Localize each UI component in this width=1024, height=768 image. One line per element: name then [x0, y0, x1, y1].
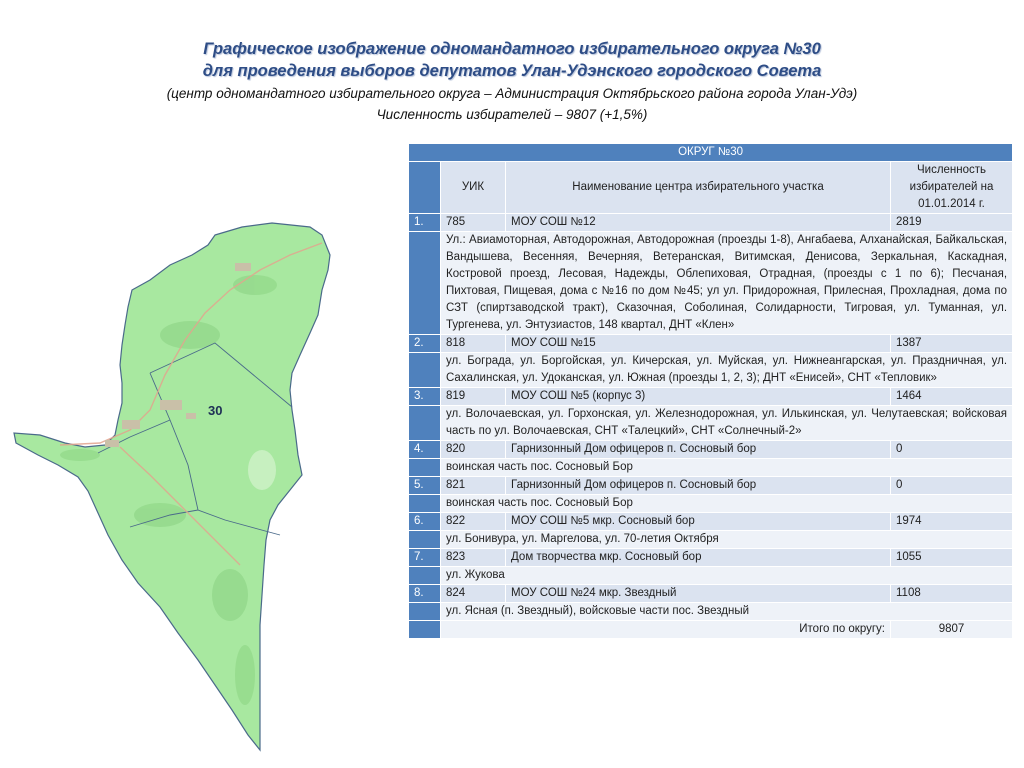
row-center-name: МОУ СОШ №12 [505, 213, 891, 232]
row-uik: 821 [440, 476, 506, 495]
header-uik: УИК [440, 161, 506, 214]
row-streets-list: ул. Бограда, ул. Боргойская, ул. Кичерск… [439, 352, 1014, 388]
row-uik: 819 [440, 387, 506, 406]
row-voters: 1974 [889, 512, 1014, 531]
table-title: ОКРУГ №30 [407, 143, 1014, 162]
row-number-blank [408, 458, 441, 477]
page-title-line-2: для проведения выборов депутатов Улан-Уд… [202, 62, 822, 80]
row-number-blank [408, 530, 441, 549]
table-row: 1. 785 МОУ СОШ №12 2819 [408, 213, 1014, 232]
row-number: 3. [408, 387, 441, 406]
header-num-cell [408, 161, 441, 214]
total-number-blank [408, 620, 441, 639]
row-number-blank [408, 352, 441, 388]
row-center-name: МОУ СОШ №5 мкр. Сосновый бор [505, 512, 891, 531]
table-row-streets: ул. Жукова [408, 566, 1014, 585]
table-row-streets: воинская часть пос. Сосновый Бор [408, 494, 1014, 513]
precincts-table: ОКРУГ №30 УИК Наименование центра избира… [407, 143, 1014, 639]
table-row: 2. 818 МОУ СОШ №15 1387 [408, 334, 1014, 353]
row-uik: 824 [440, 584, 506, 603]
row-number: 6. [408, 512, 441, 531]
row-number-blank [408, 494, 441, 513]
row-uik: 785 [440, 213, 506, 232]
row-streets-list: Ул.: Авиамоторная, Автодорожная, Автодор… [439, 231, 1014, 335]
page-subtitle: (центр одномандатного избирательного окр… [166, 86, 858, 101]
table-row-streets: ул. Волочаевская, ул. Горхонская, ул. Же… [408, 405, 1014, 441]
header-name: Наименование центра избирательного участ… [505, 161, 891, 214]
row-voters: 0 [889, 440, 1014, 459]
voters-count-line: Численность избирателей – 9807 (+1,5%) [376, 107, 648, 122]
row-number: 8. [408, 584, 441, 603]
table-row-streets: воинская часть пос. Сосновый Бор [408, 458, 1014, 477]
table-header-row: УИК Наименование центра избирательного у… [408, 161, 1014, 214]
row-number: 1. [408, 213, 441, 232]
row-uik: 818 [440, 334, 506, 353]
lake-area [248, 450, 276, 490]
table-row: 8. 824 МОУ СОШ №24 мкр. Звездный 1108 [408, 584, 1014, 603]
table-total-row: Итого по округу: 9807 [408, 620, 1014, 639]
row-number: 4. [408, 440, 441, 459]
table-row: 7. 823 Дом творчества мкр. Сосновый бор 105… [408, 548, 1014, 567]
row-streets-list: воинская часть пос. Сосновый Бор [439, 458, 1014, 477]
table-row-streets: ул. Ясная (п. Звездный), войсковые части… [408, 602, 1014, 621]
row-voters: 1108 [889, 584, 1014, 603]
total-label: Итого по округу: [440, 620, 891, 639]
district-map: 30 [13, 222, 331, 752]
table-row-streets: ул. Бонивура, ул. Маргелова, ул. 70-лети… [408, 530, 1014, 549]
row-center-name: Гарнизонный Дом офицеров п. Сосновый бор [505, 440, 891, 459]
row-voters: 1387 [889, 334, 1014, 353]
row-streets-list: ул. Ясная (п. Звездный), войсковые части… [439, 602, 1014, 621]
row-voters: 2819 [889, 213, 1014, 232]
row-number: 5. [408, 476, 441, 495]
table-row: 3. 819 МОУ СОШ №5 (корпус 3) 1464 [408, 387, 1014, 406]
page-title-line-1: Графическое изображение одномандатного и… [203, 40, 821, 58]
row-number: 2. [408, 334, 441, 353]
district-number-label: 30 [208, 403, 222, 418]
row-uik: 820 [440, 440, 506, 459]
row-voters: 1055 [889, 548, 1014, 567]
row-streets-list: ул. Бонивура, ул. Маргелова, ул. 70-лети… [439, 530, 1014, 549]
row-center-name: МОУ СОШ №5 (корпус 3) [505, 387, 891, 406]
row-number: 7. [408, 548, 441, 567]
row-number-blank [408, 602, 441, 621]
row-streets-list: воинская часть пос. Сосновый Бор [439, 494, 1014, 513]
row-center-name: МОУ СОШ №24 мкр. Звездный [505, 584, 891, 603]
row-center-name: Гарнизонный Дом офицеров п. Сосновый бор [505, 476, 891, 495]
row-center-name: Дом творчества мкр. Сосновый бор [505, 548, 891, 567]
table-row: 4. 820 Гарнизонный Дом офицеров п. Сосновы… [408, 440, 1014, 459]
row-uik: 822 [440, 512, 506, 531]
row-uik: 823 [440, 548, 506, 567]
table-row: 5. 821 Гарнизонный Дом офицеров п. Сосновы… [408, 476, 1014, 495]
table-row-streets: Ул.: Авиамоторная, Автодорожная, Автодор… [408, 231, 1014, 335]
table-row-streets: ул. Бограда, ул. Боргойская, ул. Кичерск… [408, 352, 1014, 388]
row-number-blank [408, 231, 441, 335]
row-center-name: МОУ СОШ №15 [505, 334, 891, 353]
row-voters: 1464 [889, 387, 1014, 406]
row-streets-list: ул. Жукова [439, 566, 1014, 585]
row-number-blank [408, 405, 441, 441]
row-number-blank [408, 566, 441, 585]
row-voters: 0 [889, 476, 1014, 495]
total-value: 9807 [889, 620, 1014, 639]
header-voters: Численность избирателей на 01.01.2014 г. [889, 161, 1014, 214]
table-row: 6. 822 МОУ СОШ №5 мкр. Сосновый бор 1974 [408, 512, 1014, 531]
row-streets-list: ул. Волочаевская, ул. Горхонская, ул. Же… [439, 405, 1014, 441]
table-title-row: ОКРУГ №30 [407, 143, 1014, 162]
district-area [13, 222, 331, 752]
